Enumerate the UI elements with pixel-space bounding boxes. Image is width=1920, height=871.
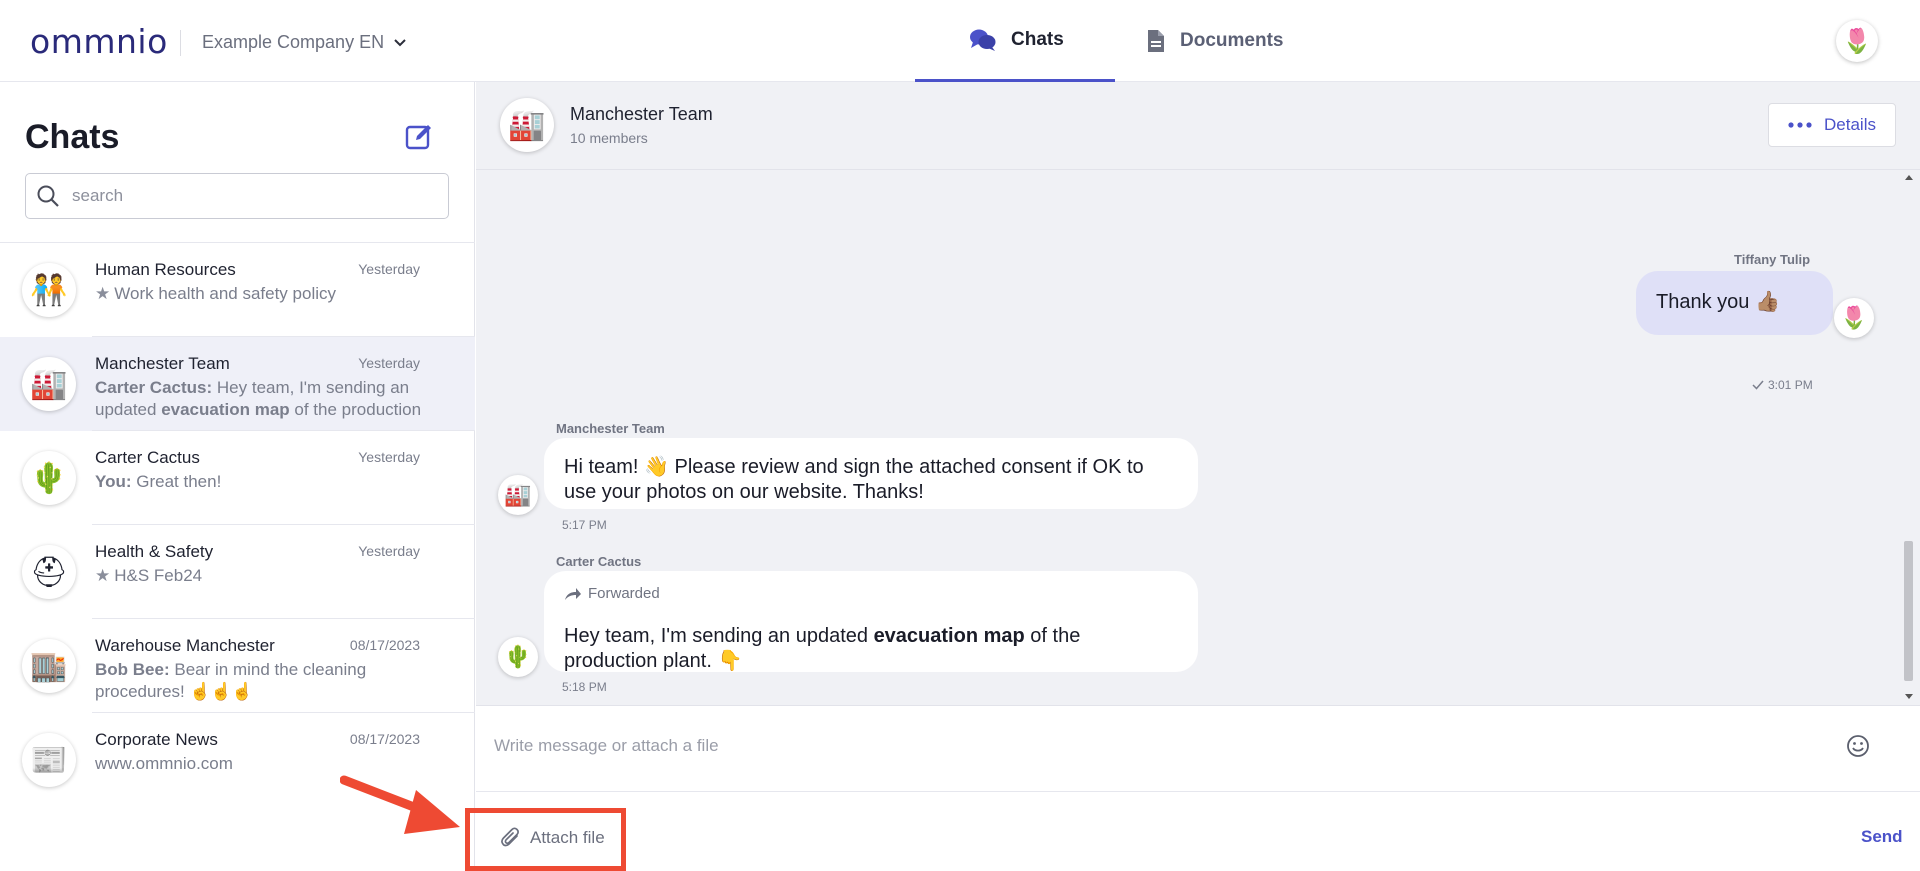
chat-name: Corporate News (95, 730, 218, 749)
chevron-down-icon (394, 38, 406, 46)
more-dots-icon (1788, 122, 1812, 128)
search-box[interactable] (25, 173, 449, 219)
company-selector[interactable]: Example Company EN (202, 32, 406, 53)
chat-date: Yesterday (358, 543, 420, 559)
chat-preview: Bob Bee: Bear in mind the cleaning proce… (95, 659, 450, 703)
message-list: Tiffany Tulip Thank you 👍🏽 🌷 3:01 PM Man… (476, 171, 1920, 705)
search-icon (37, 185, 59, 207)
chat-avatar: 🏬 (22, 639, 76, 693)
chat-avatar: 🏭 (22, 357, 76, 411)
sidebar: Chats 🧑‍🤝‍🧑 Human Resources Yesterday ★W… (0, 82, 475, 870)
chat-date: 08/17/2023 (349, 637, 420, 653)
member-count: 10 members (570, 130, 648, 146)
chat-preview-text: Great then! (136, 472, 222, 491)
message-sender: Manchester Team (556, 421, 665, 436)
divider (476, 791, 1920, 792)
chat-name: Human Resources (95, 260, 236, 279)
highlight-arrow-icon (340, 775, 460, 834)
chat-item-carter-cactus[interactable]: 🌵 Carter Cactus Yesterday You: Great the… (0, 431, 475, 525)
chat-date: Yesterday (358, 261, 420, 277)
message-text-bold: evacuation map (873, 625, 1025, 647)
message-sender: Carter Cactus (556, 554, 642, 569)
message-composer: Attach file Send (476, 705, 1920, 870)
scrollbar[interactable] (1901, 173, 1916, 703)
chat-preview: ★ H&S Feb24 (95, 565, 450, 587)
details-button[interactable]: Details (1768, 103, 1896, 147)
chat-date: 08/17/2023 (349, 731, 420, 747)
sidebar-title: Chats (25, 118, 120, 156)
chat-preview-text: www.ommnio.com (95, 754, 233, 773)
user-avatar[interactable]: 🌷 (1836, 20, 1878, 62)
message-bubble[interactable]: Forwarded Hey team, I'm sending an updat… (544, 571, 1198, 672)
star-icon: ★ (95, 566, 111, 585)
chat-avatar: 🌵 (22, 451, 76, 505)
company-name: Example Company EN (202, 32, 385, 52)
chat-name: Health & Safety (95, 542, 214, 561)
message-time: 5:17 PM (562, 518, 607, 532)
top-bar: ommnio Example Company EN Chats Document… (0, 0, 1920, 82)
message-bubble[interactable]: Thank you 👍🏽 (1636, 271, 1833, 335)
search-input[interactable] (72, 186, 432, 206)
forwarded-indicator: Forwarded (564, 581, 1178, 606)
chat-preview: Carter Cactus: Hey team, I'm sending an … (95, 377, 450, 421)
chat-item-warehouse-manchester[interactable]: 🏬 Warehouse Manchester 08/17/2023 Bob Be… (0, 619, 475, 713)
scroll-thumb[interactable] (1904, 541, 1913, 681)
tab-documents-label: Documents (1180, 30, 1284, 51)
chat-bubbles-icon (970, 29, 996, 51)
message-text-part: Hey team, I'm sending an updated (564, 625, 874, 647)
chat-avatar: 🧑‍🤝‍🧑 (22, 263, 76, 317)
highlight-box (465, 808, 626, 871)
message-time: 5:18 PM (562, 680, 607, 694)
compose-icon[interactable] (404, 122, 434, 152)
message-time: 3:01 PM (1768, 378, 1813, 392)
chat-name: Warehouse Manchester (95, 636, 275, 655)
chat-item-human-resources[interactable]: 🧑‍🤝‍🧑 Human Resources Yesterday ★ Work he… (0, 243, 475, 337)
preview-bold: evacuation map (161, 400, 290, 419)
conversation-header: 🏭 Manchester Team 10 members Details (476, 82, 1920, 170)
message-input[interactable] (494, 736, 1854, 756)
divider (180, 30, 181, 56)
send-button[interactable]: Send (1861, 827, 1903, 847)
emoji-icon[interactable] (1844, 732, 1872, 760)
forwarded-label: Forwarded (588, 585, 660, 602)
chat-date: Yesterday (358, 449, 420, 465)
chat-avatar: ⛑ (22, 545, 76, 599)
star-icon: ★ (95, 284, 111, 303)
chat-list: 🧑‍🤝‍🧑 Human Resources Yesterday ★ Work he… (0, 243, 475, 807)
chat-item-manchester-team[interactable]: 🏭 Manchester Team Yesterday Carter Cactu… (0, 337, 475, 431)
check-icon (1752, 380, 1764, 390)
sender-avatar: 🌵 (498, 637, 538, 677)
chat-preview-text: Work health and safety policy (114, 284, 336, 303)
details-label: Details (1824, 115, 1876, 134)
chat-preview-text: H&S Feb24 (114, 566, 203, 585)
logo[interactable]: ommnio (30, 22, 168, 61)
preview-sender: Bob Bee: (95, 660, 170, 679)
tab-chats-label: Chats (1011, 28, 1064, 50)
chat-avatar: 📰 (22, 733, 76, 787)
preview-sender: You: (95, 472, 132, 491)
chat-name: Manchester Team (95, 354, 230, 373)
conversation-title: Manchester Team (570, 104, 713, 124)
sender-avatar: 🌷 (1834, 298, 1874, 338)
preview-sender: Carter Cactus: (95, 378, 213, 397)
conversation-panel: 🏭 Manchester Team 10 members Details Tif… (476, 82, 1920, 870)
sender-avatar: 🏭 (498, 475, 538, 515)
document-icon (1148, 30, 1164, 52)
group-avatar[interactable]: 🏭 (500, 98, 554, 152)
scroll-down-icon[interactable] (1904, 693, 1914, 701)
chat-preview: ★ Work health and safety policy (95, 283, 450, 305)
chat-name: Carter Cactus (95, 448, 200, 467)
message-text: Hey team, I'm sending an updated evacuat… (564, 624, 1178, 674)
message-sender: Tiffany Tulip (1734, 252, 1811, 267)
chat-item-health-safety[interactable]: ⛑ Health & Safety Yesterday ★ H&S Feb24 (0, 525, 475, 619)
tab-documents[interactable]: Documents (1146, 0, 1283, 82)
scroll-up-icon[interactable] (1904, 173, 1914, 181)
message-bubble[interactable]: Hi team! 👋 Please review and sign the at… (544, 438, 1198, 509)
forward-icon (565, 587, 581, 600)
tab-chats[interactable]: Chats (915, 0, 1115, 82)
chat-preview: You: Great then! (95, 471, 450, 493)
message-meta: 3:01 PM (1752, 378, 1813, 392)
chat-date: Yesterday (358, 355, 420, 371)
